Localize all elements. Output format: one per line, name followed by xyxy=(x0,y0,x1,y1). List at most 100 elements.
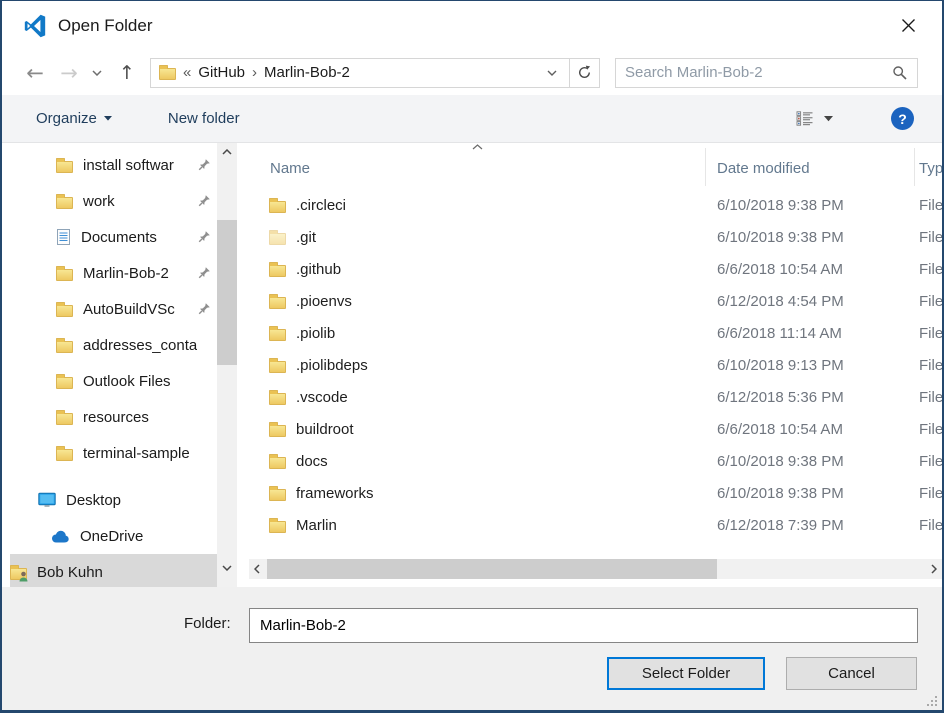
organize-label: Organize xyxy=(36,110,97,127)
main-area: install softwar work xyxy=(2,143,942,587)
column-header-date-modified[interactable]: Date modified xyxy=(717,160,810,177)
folder-icon xyxy=(269,201,286,213)
footer: Folder: Select Folder Cancel xyxy=(2,587,942,710)
folder-icon xyxy=(269,297,286,309)
command-toolbar: Organize New folder xyxy=(2,95,942,143)
sidebar-item-marlin-bob-2[interactable]: Marlin-Bob-2 xyxy=(10,255,217,291)
sidebar-item-install-software[interactable]: install softwar xyxy=(10,147,217,183)
sidebar-item-bob-kuhn[interactable]: Bob Kuhn xyxy=(10,554,217,587)
file-row-pioenvs[interactable]: .pioenvs 6/12/2018 4:54 PM File xyxy=(249,285,942,317)
folder-name-input[interactable] xyxy=(249,608,918,643)
file-list: .circleci 6/10/2018 9:38 PM File .git 6/… xyxy=(249,189,942,559)
back-button[interactable]: ← xyxy=(18,61,52,85)
file-list-pane: Name Date modified Typ .circleci 6/10/20… xyxy=(249,143,942,587)
pin-icon xyxy=(198,194,211,207)
scrollbar-track[interactable] xyxy=(265,559,926,579)
sidebar-item-autobuildvsc[interactable]: AutoBuildVSc xyxy=(10,291,217,327)
file-row-github[interactable]: .github 6/6/2018 10:54 AM File xyxy=(249,253,942,285)
folder-icon xyxy=(56,269,73,281)
folder-icon xyxy=(269,521,286,533)
sidebar-item-resources[interactable]: resources xyxy=(10,399,217,435)
chevron-left-icon xyxy=(254,564,260,574)
folder-icon xyxy=(269,361,286,373)
scrollbar-thumb[interactable] xyxy=(267,559,717,579)
file-row-git[interactable]: .git 6/10/2018 9:38 PM File xyxy=(249,221,942,253)
chevron-right-icon xyxy=(931,564,937,574)
folder-icon xyxy=(269,489,286,501)
scroll-left-button[interactable] xyxy=(249,559,265,579)
folder-icon xyxy=(269,265,286,277)
file-row-piolib[interactable]: .piolib 6/6/2018 11:14 AM File xyxy=(249,317,942,349)
help-label: ? xyxy=(898,111,907,127)
spacer xyxy=(249,579,942,587)
folder-icon xyxy=(56,413,73,425)
toolbar-right: ? xyxy=(796,107,922,130)
folder-icon xyxy=(56,305,73,317)
chevron-down-icon xyxy=(92,70,102,76)
folder-icon xyxy=(56,341,73,353)
pin-icon xyxy=(198,158,211,171)
folder-icon xyxy=(56,377,73,389)
address-bar[interactable]: « GitHub › Marlin-Bob-2 xyxy=(150,58,600,88)
file-row-vscode[interactable]: .vscode 6/12/2018 5:36 PM File xyxy=(249,381,942,413)
sort-ascending-icon xyxy=(472,144,483,150)
open-folder-dialog: Open Folder ← → ↑ « GitHub › Marlin-Bob-… xyxy=(0,0,944,713)
chevron-down-icon xyxy=(104,116,112,121)
desktop-icon xyxy=(38,492,56,508)
close-button[interactable] xyxy=(892,10,924,42)
titlebar: Open Folder xyxy=(2,1,942,50)
pin-icon xyxy=(198,266,211,279)
column-divider[interactable] xyxy=(705,148,706,186)
organize-button[interactable]: Organize xyxy=(36,110,112,127)
column-header-name[interactable]: Name xyxy=(270,160,310,177)
select-folder-button[interactable]: Select Folder xyxy=(607,657,765,690)
chevron-down-icon xyxy=(547,70,557,76)
user-folder-icon xyxy=(10,565,27,580)
up-button[interactable]: ↑ xyxy=(108,62,146,84)
pin-icon xyxy=(198,302,211,315)
refresh-icon xyxy=(577,65,592,80)
breadcrumb-item-github[interactable]: GitHub xyxy=(198,64,245,81)
sidebar-item-addresses-contacts[interactable]: addresses_conta xyxy=(10,327,217,363)
documents-icon xyxy=(56,228,71,246)
recent-locations-button[interactable] xyxy=(86,70,108,76)
column-header-type[interactable]: Typ xyxy=(919,160,942,177)
file-row-frameworks[interactable]: frameworks 6/10/2018 9:38 PM File xyxy=(249,477,942,509)
file-row-docs[interactable]: docs 6/10/2018 9:38 PM File xyxy=(249,445,942,477)
breadcrumb-prefix[interactable]: « xyxy=(183,64,191,81)
file-row-buildroot[interactable]: buildroot 6/6/2018 10:54 AM File xyxy=(249,413,942,445)
sidebar-item-onedrive[interactable]: OneDrive xyxy=(10,518,217,554)
scroll-down-button[interactable] xyxy=(217,559,237,577)
search-icon[interactable] xyxy=(892,65,908,81)
column-divider[interactable] xyxy=(914,148,915,186)
scroll-right-button[interactable] xyxy=(926,559,942,579)
sidebar-scrollbar[interactable] xyxy=(217,143,237,587)
new-folder-button[interactable]: New folder xyxy=(168,110,240,127)
file-row-circleci[interactable]: .circleci 6/10/2018 9:38 PM File xyxy=(249,189,942,221)
file-row-marlin[interactable]: Marlin 6/12/2018 7:39 PM File xyxy=(249,509,942,541)
sidebar-item-terminal-sample[interactable]: terminal-sample xyxy=(10,435,217,471)
navigation-bar: ← → ↑ « GitHub › Marlin-Bob-2 xyxy=(2,50,942,95)
folder-icon xyxy=(269,233,286,245)
help-button[interactable]: ? xyxy=(891,107,914,130)
search-input[interactable] xyxy=(625,64,892,81)
refresh-button[interactable] xyxy=(569,59,599,87)
pin-icon xyxy=(198,230,211,243)
scroll-up-button[interactable] xyxy=(217,143,237,161)
sidebar-item-documents[interactable]: Documents xyxy=(10,219,217,255)
sidebar-item-work[interactable]: work xyxy=(10,183,217,219)
chevron-down-icon xyxy=(222,565,232,571)
sidebar-item-outlook-files[interactable]: Outlook Files xyxy=(10,363,217,399)
address-dropdown-button[interactable] xyxy=(543,70,561,76)
resize-grip[interactable] xyxy=(927,696,937,706)
forward-button[interactable]: → xyxy=(52,61,86,85)
sidebar-item-desktop[interactable]: Desktop xyxy=(10,482,217,518)
scrollbar-thumb[interactable] xyxy=(217,220,237,365)
breadcrumb-item-current[interactable]: Marlin-Bob-2 xyxy=(264,64,350,81)
cancel-button[interactable]: Cancel xyxy=(786,657,917,690)
change-view-button[interactable] xyxy=(796,111,833,126)
file-row-piolibdeps[interactable]: .piolibdeps 6/10/2018 9:13 PM File xyxy=(249,349,942,381)
onedrive-icon xyxy=(50,530,70,543)
column-headers: Name Date modified Typ xyxy=(249,143,942,189)
horizontal-scrollbar[interactable] xyxy=(249,559,942,579)
